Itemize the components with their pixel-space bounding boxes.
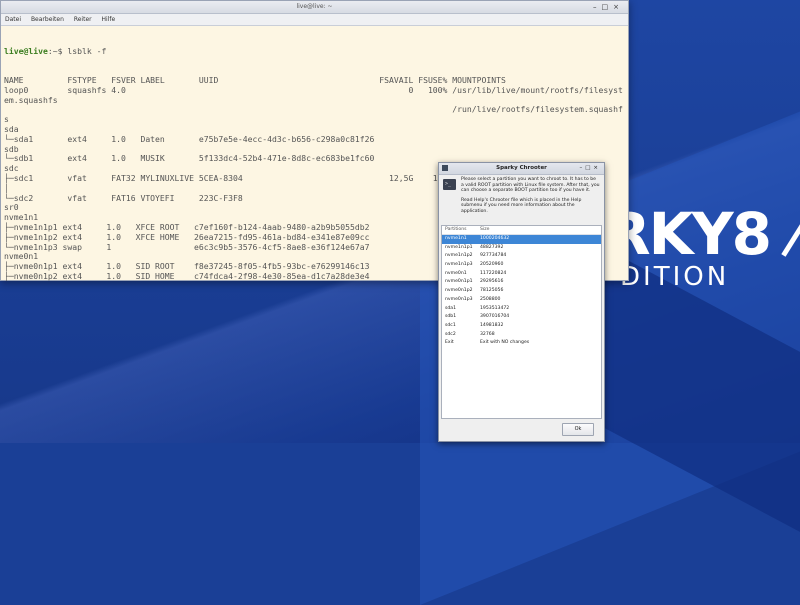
menu-datei[interactable]: Datei: [5, 16, 21, 23]
partition-size: 32768: [480, 331, 495, 337]
partition-name: nvme0n1p1: [445, 279, 473, 285]
partition-size: 48827392: [480, 244, 504, 250]
dialog-info: >_ Please select a partition you want to…: [439, 175, 604, 225]
list-header: Partitions Size: [442, 226, 601, 235]
partition-row[interactable]: sda1 1953513472: [442, 305, 601, 314]
partition-size: 78125056: [480, 288, 504, 294]
dialog-titlebar[interactable]: Sparky Chrooter –□×: [439, 163, 604, 175]
partition-size: 14981832: [480, 322, 504, 328]
close-icon[interactable]: ×: [593, 165, 601, 171]
chrooter-dialog[interactable]: Sparky Chrooter –□× >_ Please select a p…: [438, 162, 605, 442]
partition-name: nvme1n1: [445, 236, 467, 241]
output-line: s: [4, 114, 9, 125]
terminal-menubar: Datei Bearbeiten Reiter Hilfe: [1, 14, 628, 26]
partition-name: sdc1: [445, 322, 456, 328]
menu-bearbeiten[interactable]: Bearbeiten: [31, 16, 64, 23]
partition-row[interactable]: nvme1n1p1 48827392: [442, 244, 601, 253]
partition-list[interactable]: Partitions Size nvme1n1 1000204632 nvme1n1p…: [441, 225, 602, 419]
app-icon: [442, 165, 448, 171]
partition-name: nvme0n1: [445, 270, 467, 276]
partition-row[interactable]: sdc2 32768: [442, 331, 601, 340]
maximize-icon[interactable]: □: [602, 3, 614, 11]
close-icon[interactable]: ×: [613, 3, 624, 11]
partition-size: 117220824: [480, 270, 507, 276]
partition-size: 927734784: [480, 253, 507, 259]
menu-hilfe[interactable]: Hilfe: [102, 16, 116, 23]
command-text: lsblk -f: [67, 45, 107, 56]
partition-size: Exit with NO changes: [480, 340, 530, 346]
partition-name: sda1: [445, 305, 457, 311]
wallpaper-brand-subtitle: DITION: [620, 262, 730, 292]
partition-name: nvme1n1p1: [445, 244, 473, 250]
partition-row[interactable]: nvme0n1p1 29295616: [442, 278, 601, 287]
menu-reiter[interactable]: Reiter: [74, 16, 92, 23]
partition-size: 29295616: [480, 279, 504, 285]
partition-name: sdb1: [445, 314, 457, 320]
info-text-2: Read Help's Chrooter file which is place…: [461, 197, 582, 214]
partition-row[interactable]: nvme1n1p3 20520960: [442, 261, 601, 270]
partition-row[interactable]: nvme0n1p3 2508800: [442, 296, 601, 305]
column-header-partitions[interactable]: Partitions: [442, 226, 480, 234]
partition-size: 20520960: [480, 262, 504, 268]
partition-row[interactable]: nvme1n1 1000204632: [442, 235, 601, 244]
partition-name: nvme0n1p3: [445, 296, 473, 302]
partition-size: 1953513472: [480, 305, 510, 311]
window-title: live@live: ~: [296, 3, 333, 10]
partition-name: nvme1n1p3: [445, 262, 473, 268]
output-line: loop0 squashfs 4.0 0 100% /usr/lib/live/…: [4, 84, 623, 95]
column-header-size[interactable]: Size: [480, 226, 489, 234]
partition-row[interactable]: nvme1n1p2 927734784: [442, 252, 601, 261]
ok-button[interactable]: Ok: [562, 423, 594, 436]
partition-name: Exit: [445, 340, 454, 346]
partition-name: nvme1n1p2: [445, 253, 473, 259]
partition-size: 1000204632: [480, 236, 510, 241]
wallpaper-brand-logo: RKY8: [606, 200, 772, 268]
partition-size: 2508800: [480, 296, 501, 302]
terminal-titlebar[interactable]: live@live: ~ –□×: [1, 1, 628, 14]
partition-name: sdc2: [445, 331, 456, 337]
partition-row[interactable]: nvme0n1p2 78125056: [442, 287, 601, 296]
partition-row[interactable]: sdc1 14981832: [442, 322, 601, 331]
minimize-icon[interactable]: –: [593, 3, 602, 11]
command-line: live@live:~$ lsblk -f: [4, 45, 625, 57]
prompt-user: live@live: [4, 45, 48, 56]
window-controls: –□×: [593, 1, 624, 13]
prompt-path: :~$: [47, 45, 68, 56]
dialog-title: Sparky Chrooter: [496, 165, 547, 171]
partition-row[interactable]: nvme0n1 117220824: [442, 270, 601, 279]
partition-name: nvme0n1p2: [445, 288, 473, 294]
partition-row[interactable]: Exit Exit with NO changes: [442, 339, 601, 348]
partition-rows: nvme1n1 1000204632 nvme1n1p1 48827392 nvme1n…: [442, 235, 601, 348]
partition-size: 3907016704: [480, 314, 510, 320]
terminal-icon: >_: [443, 179, 456, 190]
info-text-1: Please select a partition you want to ch…: [461, 177, 600, 194]
output-line: /run/live/rootfs/filesystem.squashf: [4, 104, 623, 115]
dialog-window-controls: –□×: [579, 163, 601, 174]
output-line: └─sda1 ext4 1.0 Daten e75b7e5e-4ecc-4d3c…: [4, 133, 375, 144]
partition-row[interactable]: sdb1 3907016704: [442, 313, 601, 322]
